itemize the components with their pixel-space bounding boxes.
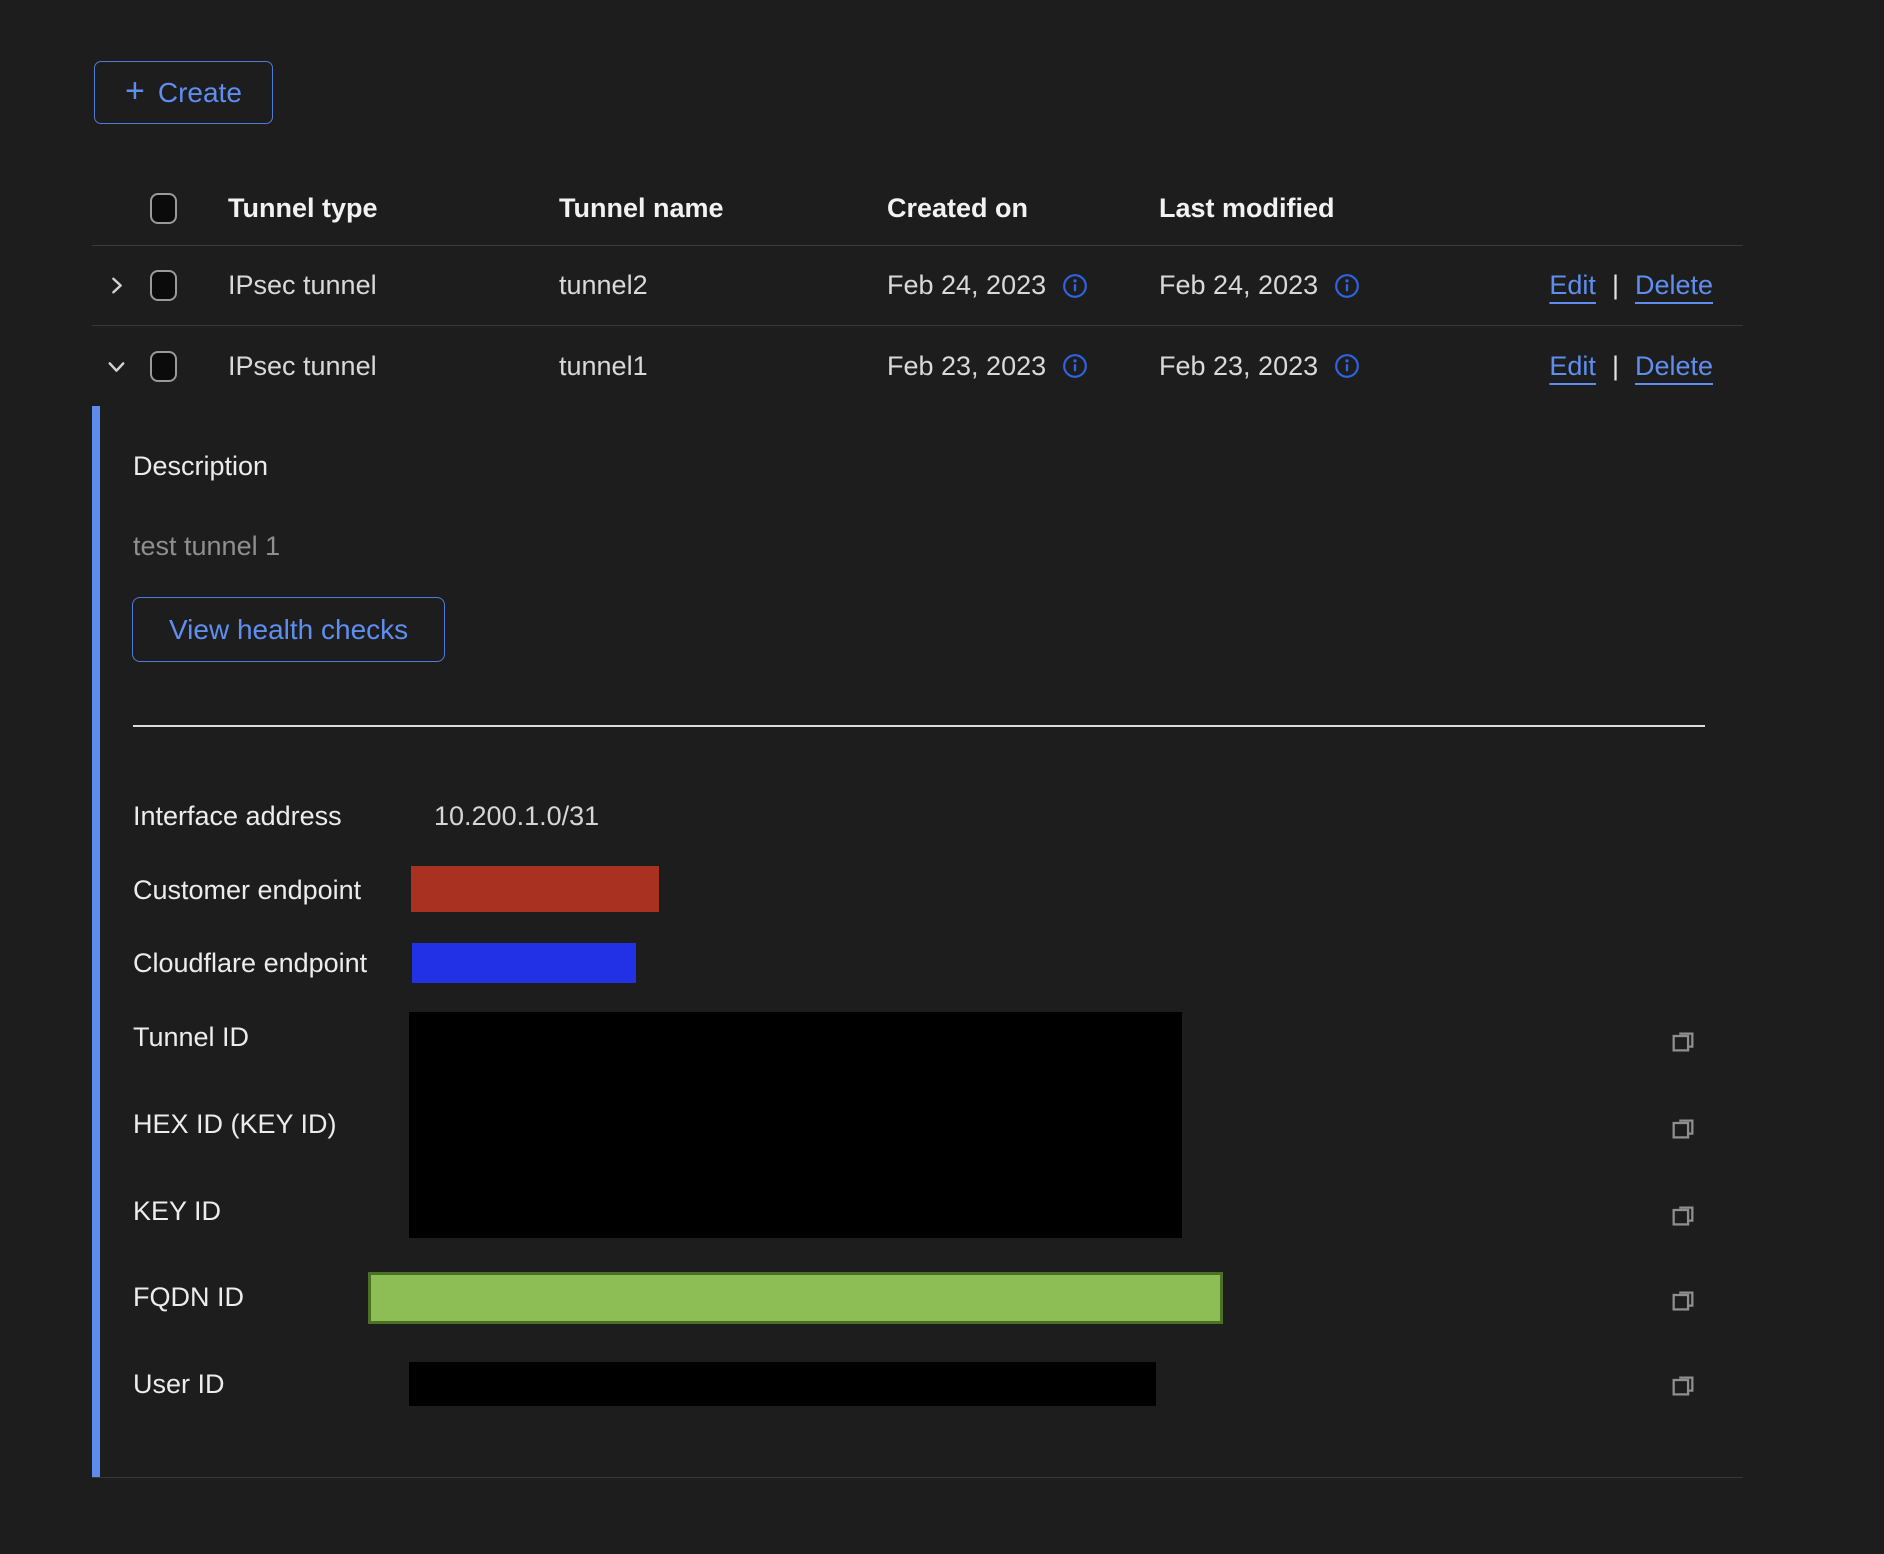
edit-link[interactable]: Edit (1549, 270, 1596, 301)
row-checkbox[interactable] (150, 270, 177, 301)
created-on-cell: Feb 24, 2023 (887, 270, 1046, 301)
copy-user-id-button[interactable] (1666, 1368, 1700, 1402)
interface-address-value: 10.200.1.0/31 (434, 800, 599, 832)
tunnel-details-panel: Description test tunnel 1 View health ch… (92, 406, 1743, 1478)
chevron-down-icon[interactable] (104, 354, 129, 379)
edit-link[interactable]: Edit (1549, 351, 1596, 382)
cloudflare-endpoint-redacted-value (412, 943, 636, 983)
fqdn-id-redacted-value (368, 1272, 1223, 1324)
interface-address-label: Interface address (133, 800, 342, 832)
info-icon[interactable] (1334, 273, 1360, 299)
tunnel-type-cell: IPsec tunnel (216, 270, 547, 301)
delete-link[interactable]: Delete (1635, 351, 1713, 382)
table-header-row: Tunnel type Tunnel name Created on Last … (92, 172, 1743, 246)
user-id-label: User ID (133, 1368, 225, 1400)
copy-hex-id-button[interactable] (1666, 1111, 1700, 1145)
header-last-modified: Last modified (1147, 193, 1447, 224)
create-button[interactable]: + Create (94, 61, 273, 124)
copy-tunnel-id-button[interactable] (1666, 1024, 1700, 1058)
select-all-checkbox[interactable] (150, 193, 177, 224)
description-value: test tunnel 1 (133, 530, 280, 562)
last-modified-cell: Feb 24, 2023 (1159, 270, 1318, 301)
plus-icon: + (125, 74, 145, 108)
hex-id-label: HEX ID (KEY ID) (133, 1108, 337, 1140)
tunnel-type-cell: IPsec tunnel (216, 351, 547, 382)
info-icon[interactable] (1334, 353, 1360, 379)
header-created-on: Created on (875, 193, 1147, 224)
key-id-label: KEY ID (133, 1195, 221, 1227)
table-row-tunnel2: IPsec tunnel tunnel2 Feb 24, 2023 Feb 24… (92, 246, 1743, 326)
created-on-cell: Feb 23, 2023 (887, 351, 1046, 382)
description-label: Description (133, 450, 268, 482)
copy-fqdn-id-button[interactable] (1666, 1283, 1700, 1317)
tunnel-name-cell: tunnel2 (547, 270, 875, 301)
customer-endpoint-label: Customer endpoint (133, 874, 361, 906)
delete-link[interactable]: Delete (1635, 270, 1713, 301)
fqdn-id-label: FQDN ID (133, 1281, 244, 1313)
copy-key-id-button[interactable] (1666, 1198, 1700, 1232)
action-separator: | (1612, 351, 1619, 382)
header-tunnel-name: Tunnel name (547, 193, 875, 224)
cloudflare-endpoint-label: Cloudflare endpoint (133, 947, 367, 979)
create-button-label: Create (158, 77, 242, 109)
user-id-redacted-value (409, 1362, 1156, 1406)
section-divider (133, 725, 1705, 727)
ids-redacted-value (409, 1012, 1182, 1238)
table-row-tunnel1: IPsec tunnel tunnel1 Feb 23, 2023 Feb 23… (92, 326, 1743, 406)
info-icon[interactable] (1062, 273, 1088, 299)
last-modified-cell: Feb 23, 2023 (1159, 351, 1318, 382)
view-health-checks-button[interactable]: View health checks (132, 597, 445, 662)
info-icon[interactable] (1062, 353, 1088, 379)
header-tunnel-type: Tunnel type (216, 193, 547, 224)
tunnel-id-label: Tunnel ID (133, 1021, 249, 1053)
chevron-right-icon[interactable] (104, 273, 129, 298)
tunnel-name-cell: tunnel1 (547, 351, 875, 382)
expanded-row-accent-bar (92, 406, 100, 1477)
tunnels-table: Tunnel type Tunnel name Created on Last … (92, 172, 1743, 406)
row-checkbox[interactable] (150, 351, 177, 382)
action-separator: | (1612, 270, 1619, 301)
customer-endpoint-redacted-value (411, 866, 659, 912)
